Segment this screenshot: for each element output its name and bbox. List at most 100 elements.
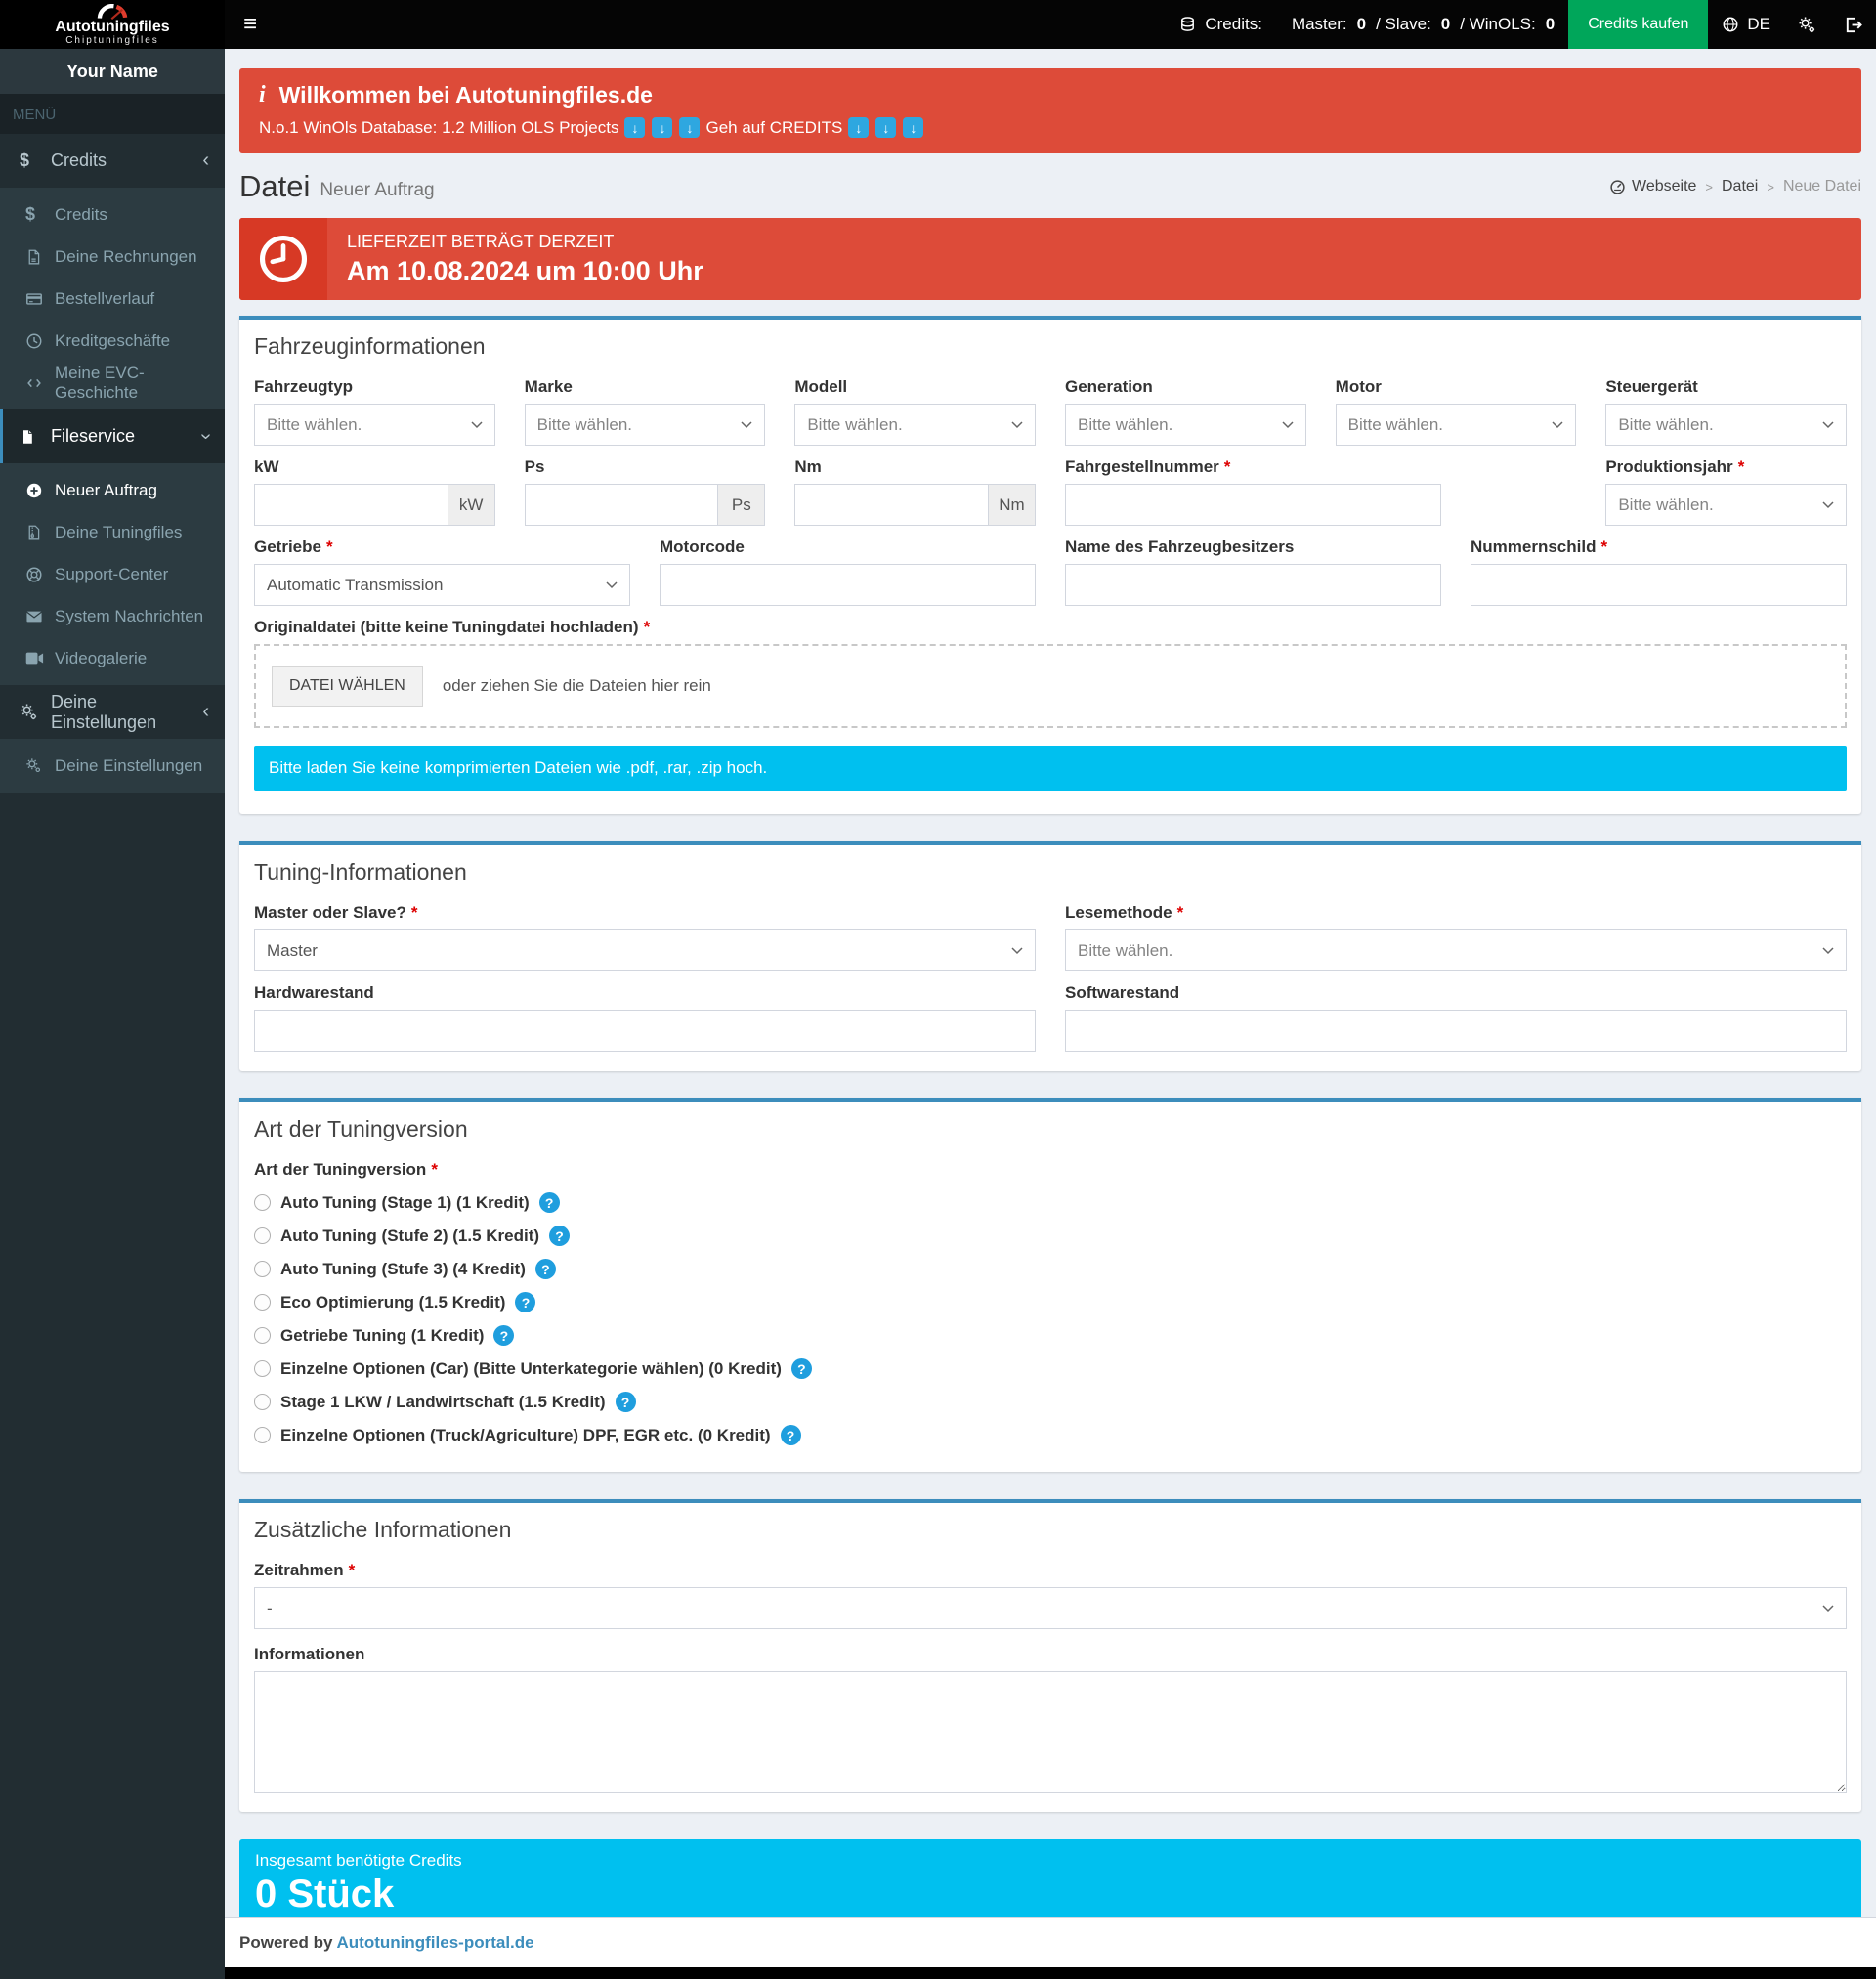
upload-note: Bitte laden Sie keine komprimierten Date… bbox=[254, 746, 1847, 791]
footer: Powered by Autotuningfiles-portal.de bbox=[225, 1917, 1876, 1967]
breadcrumb: Webseite > Datei > Neue Datei bbox=[1609, 178, 1861, 195]
question-circle-icon[interactable] bbox=[538, 1192, 560, 1213]
radio-label: Stage 1 LKW / Landwirtschaft (1.5 Kredit… bbox=[280, 1392, 606, 1411]
softwarestand-input[interactable] bbox=[1065, 1010, 1847, 1052]
question-circle-icon[interactable] bbox=[549, 1226, 571, 1246]
dollar-icon: $ bbox=[20, 151, 30, 170]
sidebar-item-credits[interactable]: $ Credits bbox=[0, 194, 225, 236]
sidebar-item-einstellungen-group[interactable]: Deine Einstellungen ‹ bbox=[0, 685, 225, 739]
master-slave-select[interactable]: Master bbox=[254, 929, 1036, 971]
credit-counts: Master: 0 / Slave: 0 / WinOLS: 0 bbox=[1276, 0, 1568, 49]
breadcrumb-separator: > bbox=[1705, 179, 1713, 194]
label-text: Motorcode bbox=[660, 538, 745, 556]
sign-out-icon bbox=[1846, 17, 1862, 32]
zeitrahmen-select[interactable]: - bbox=[254, 1587, 1847, 1629]
sidebar-item-evc-geschichte[interactable]: Meine EVC-Geschichte bbox=[0, 362, 225, 404]
radio-option-einzelne-car[interactable]: Einzelne Optionen (Car) (Bitte Unterkate… bbox=[254, 1358, 1847, 1379]
nm-input[interactable] bbox=[794, 484, 989, 526]
besitzer-input[interactable] bbox=[1065, 564, 1441, 606]
radio-button[interactable] bbox=[254, 1360, 271, 1377]
sidebar-item-deine-tuningfiles[interactable]: Deine Tuningfiles bbox=[0, 511, 225, 553]
radio-button[interactable] bbox=[254, 1327, 271, 1344]
sidebar-item-fileservice-group[interactable]: Fileservice ‹ bbox=[0, 409, 225, 463]
question-circle-icon[interactable] bbox=[615, 1392, 636, 1412]
sidebar-item-label: Deine Rechnungen bbox=[55, 246, 197, 266]
buy-credits-button[interactable]: Credits kaufen bbox=[1568, 0, 1709, 49]
radio-button[interactable] bbox=[254, 1394, 271, 1410]
sidebar-item-system-nachrichten[interactable]: System Nachrichten bbox=[0, 595, 225, 637]
chevron-down-icon: ‹ bbox=[194, 433, 217, 440]
chevron-left-icon: ‹ bbox=[202, 701, 209, 722]
steuergeraet-select[interactable]: Bitte wählen. bbox=[1605, 404, 1847, 446]
informationen-textarea[interactable] bbox=[254, 1671, 1847, 1793]
question-circle-icon[interactable] bbox=[534, 1259, 556, 1279]
question-circle-icon[interactable] bbox=[790, 1358, 812, 1379]
radio-option-getriebe[interactable]: Getriebe Tuning (1 Kredit) bbox=[254, 1325, 1847, 1346]
tuning-version-group-label: Art der Tuningversion * bbox=[254, 1160, 1847, 1180]
radio-button[interactable] bbox=[254, 1194, 271, 1211]
motor-select[interactable]: Bitte wählen. bbox=[1335, 404, 1577, 446]
radio-option-eco[interactable]: Eco Optimierung (1.5 Kredit) bbox=[254, 1292, 1847, 1312]
breadcrumb-home[interactable]: Webseite bbox=[1609, 178, 1696, 195]
sidebar-item-credits-group[interactable]: $ Credits ‹ bbox=[0, 134, 225, 188]
question-circle-icon[interactable] bbox=[493, 1325, 515, 1346]
choose-file-button[interactable]: DATEI WÄHLEN bbox=[272, 666, 423, 707]
sidebar-item-rechnungen[interactable]: Deine Rechnungen bbox=[0, 236, 225, 278]
sidebar-item-support-center[interactable]: Support-Center bbox=[0, 553, 225, 595]
breadcrumb-datei[interactable]: Datei bbox=[1722, 178, 1758, 195]
question-circle-icon[interactable] bbox=[780, 1425, 801, 1445]
file-dropzone[interactable]: DATEI WÄHLEN oder ziehen Sie die Dateien… bbox=[254, 644, 1847, 728]
chevron-down-icon bbox=[1822, 946, 1834, 954]
settings-menu-button[interactable] bbox=[1784, 0, 1830, 49]
credits-indicator[interactable]: Credits: bbox=[1165, 0, 1276, 49]
softwarestand-label: Softwarestand bbox=[1065, 983, 1847, 1003]
marke-select[interactable]: Bitte wählen. bbox=[524, 404, 766, 446]
label-text: Informationen bbox=[254, 1645, 365, 1663]
generation-select[interactable]: Bitte wählen. bbox=[1065, 404, 1306, 446]
radio-option-stufe3[interactable]: Auto Tuning (Stufe 3) (4 Kredit) bbox=[254, 1259, 1847, 1279]
sidebar-item-videogalerie[interactable]: Videogalerie bbox=[0, 637, 225, 679]
getriebe-label: Getriebe * bbox=[254, 538, 630, 557]
sidebar-item-label: Deine Einstellungen bbox=[51, 691, 157, 732]
sidebar-toggle-button[interactable]: ≡ bbox=[225, 0, 276, 49]
ps-label: Ps bbox=[525, 457, 766, 477]
modell-select[interactable]: Bitte wählen. bbox=[794, 404, 1036, 446]
fahrgestellnummer-label: Fahrgestellnummer * bbox=[1065, 457, 1441, 477]
kw-input[interactable] bbox=[254, 484, 448, 526]
fahrzeugtyp-select[interactable]: Bitte wählen. bbox=[254, 404, 495, 446]
welcome-banner: i Willkommen bei Autotuningfiles.de N.o.… bbox=[239, 68, 1861, 153]
hardwarestand-input[interactable] bbox=[254, 1010, 1036, 1052]
portal-link[interactable]: Autotuningfiles-portal.de bbox=[337, 1933, 534, 1952]
page-title: Datei bbox=[239, 169, 311, 203]
winols-label: / WinOLS: bbox=[1460, 15, 1536, 33]
breadcrumb-separator: > bbox=[1767, 179, 1774, 194]
radio-button[interactable] bbox=[254, 1227, 271, 1244]
motorcode-input[interactable] bbox=[660, 564, 1036, 606]
lesemethode-select[interactable]: Bitte wählen. bbox=[1065, 929, 1847, 971]
produktionsjahr-select[interactable]: Bitte wählen. bbox=[1605, 484, 1847, 526]
select-value: Bitte wählen. bbox=[267, 414, 362, 434]
credits-summary-label: Insgesamt benötigte Credits bbox=[255, 1851, 462, 1870]
radio-button[interactable] bbox=[254, 1427, 271, 1443]
sidebar-item-neuer-auftrag[interactable]: Neuer Auftrag bbox=[0, 469, 225, 511]
question-circle-icon[interactable] bbox=[515, 1292, 536, 1312]
sidebar-item-bestellverlauf[interactable]: Bestellverlauf bbox=[0, 278, 225, 320]
modell-label: Modell bbox=[794, 377, 1036, 397]
dashboard-icon bbox=[1610, 179, 1625, 194]
radio-button[interactable] bbox=[254, 1294, 271, 1311]
nummernschild-input[interactable] bbox=[1471, 564, 1847, 606]
radio-option-stufe2[interactable]: Auto Tuning (Stufe 2) (1.5 Kredit) bbox=[254, 1226, 1847, 1246]
app-logo[interactable]: Autotuningfiles Chiptuningfiles bbox=[0, 0, 225, 49]
radio-option-stage1[interactable]: Auto Tuning (Stage 1) (1 Kredit) bbox=[254, 1192, 1847, 1213]
ps-input[interactable] bbox=[524, 484, 719, 526]
credit-card-icon bbox=[25, 290, 55, 308]
fahrgestellnummer-input[interactable] bbox=[1065, 484, 1441, 526]
radio-option-lkw[interactable]: Stage 1 LKW / Landwirtschaft (1.5 Kredit… bbox=[254, 1392, 1847, 1412]
sidebar-item-deine-einstellungen[interactable]: Deine Einstellungen bbox=[0, 745, 225, 787]
logout-button[interactable] bbox=[1830, 0, 1876, 49]
language-switcher[interactable]: DE bbox=[1708, 0, 1784, 49]
radio-option-einzelne-truck[interactable]: Einzelne Optionen (Truck/Agriculture) DP… bbox=[254, 1425, 1847, 1445]
sidebar-item-kreditgeschaefte[interactable]: Kreditgeschäfte bbox=[0, 320, 225, 362]
radio-button[interactable] bbox=[254, 1261, 271, 1277]
getriebe-select[interactable]: Automatic Transmission bbox=[254, 564, 630, 606]
